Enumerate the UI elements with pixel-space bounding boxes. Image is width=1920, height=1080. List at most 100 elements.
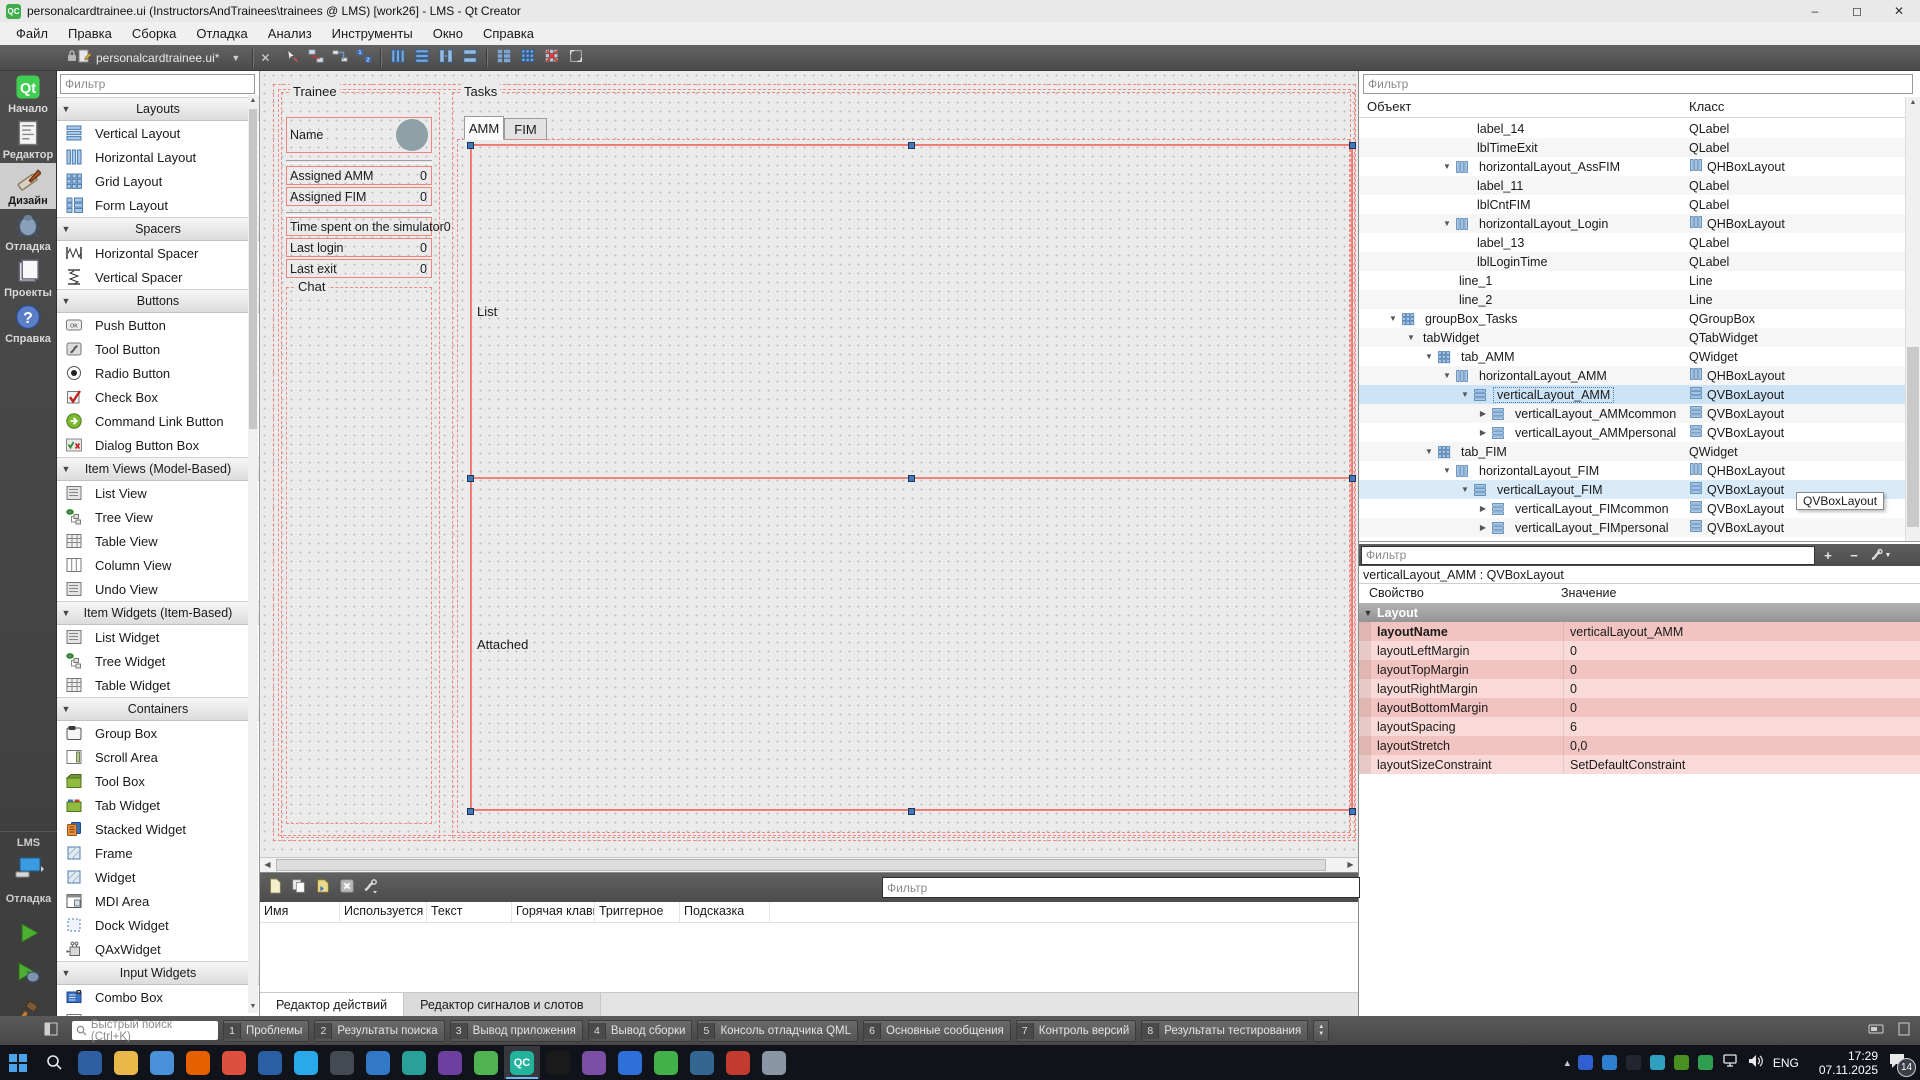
taskbar-app-whatsapp[interactable] (648, 1046, 684, 1079)
taskbar-app-app-x[interactable] (540, 1046, 576, 1079)
widget-section-header[interactable]: ▼ Layouts (57, 97, 259, 121)
chevron-down-icon[interactable]: ▼ (1385, 314, 1401, 323)
widget-item[interactable]: Column View (57, 553, 259, 577)
avatar-circle[interactable] (396, 119, 428, 151)
widget-item[interactable]: Horizontal Spacer (57, 241, 259, 265)
taskbar-app-firefox[interactable] (180, 1046, 216, 1079)
output-pane-button[interactable]: 6Основные сообщения (863, 1020, 1011, 1042)
property-row[interactable]: layoutStretch 0,0 (1359, 736, 1920, 755)
chevron-right-icon[interactable]: ▶ (1475, 409, 1491, 418)
taskbar-app-telegram[interactable] (288, 1046, 324, 1079)
scroll-left-icon[interactable]: ◀ (260, 858, 275, 872)
property-row[interactable]: layoutName verticalLayout_AMM (1359, 622, 1920, 641)
paste-action-button[interactable] (311, 877, 335, 899)
taskbar-search-button[interactable] (36, 1046, 72, 1079)
object-tree-row[interactable]: lblCntFIM QLabel (1359, 195, 1907, 214)
property-row[interactable]: layoutRightMargin 0 (1359, 679, 1920, 698)
selection-handle[interactable] (908, 142, 915, 149)
taskbar-app-qt-creator[interactable]: QC (504, 1046, 540, 1079)
debug-run-button[interactable] (0, 955, 57, 991)
menu-build[interactable]: Сборка (122, 24, 187, 43)
taskbar-app-app-blue[interactable] (612, 1046, 648, 1079)
taskbar-clock[interactable]: 17:29 07.11.2025 (1819, 1049, 1878, 1077)
column-value[interactable]: Значение (1561, 586, 1616, 600)
form-editor-canvas[interactable]: Trainee Name Assigned AMM0 Assigned FIM0… (260, 71, 1358, 857)
selection-handle[interactable] (908, 808, 915, 815)
widget-item[interactable]: Table View (57, 529, 259, 553)
chevron-right-icon[interactable]: ▶ (1475, 504, 1491, 513)
widget-item[interactable]: List View (57, 481, 259, 505)
object-tree-row[interactable]: ▼ horizontalLayout_FIM QHBoxLayout (1359, 461, 1907, 480)
layout-amm-personal[interactable]: Attached (471, 478, 1352, 811)
splitter-vertical-button[interactable] (458, 47, 482, 69)
chevron-down-icon[interactable]: ▼ (1457, 390, 1473, 399)
action-column-header[interactable]: Горячая клавиш (512, 902, 595, 922)
layout-horizontal-button[interactable] (386, 47, 410, 69)
widget-item[interactable]: Vertical Spacer (57, 265, 259, 289)
close-document-icon[interactable]: ✕ (260, 51, 270, 65)
widget-item[interactable]: List Widget (57, 625, 259, 649)
widget-item[interactable]: Grid Layout (57, 169, 259, 193)
chevron-down-icon[interactable]: ▼ (1359, 608, 1377, 618)
layout-vertical-button[interactable] (410, 47, 434, 69)
widget-item[interactable]: Scroll Area (57, 745, 259, 769)
form-row[interactable]: Last exit0 (286, 259, 432, 278)
action-column-header[interactable]: Текст (427, 902, 512, 922)
layout-grid-button[interactable] (516, 47, 540, 69)
groupbox-tasks[interactable]: Tasks AMM FIM List Attached (452, 92, 1355, 838)
output-pane-button[interactable]: 7Контроль версий (1016, 1020, 1137, 1042)
taskbar-app-file-explorer[interactable] (108, 1046, 144, 1079)
edit-widgets-button[interactable] (280, 47, 304, 69)
form-row[interactable]: Assigned AMM0 (286, 166, 432, 185)
groupbox-chat[interactable]: Chat (286, 287, 432, 824)
delete-action-button[interactable] (335, 877, 359, 899)
scroll-up-icon[interactable]: ▲ (248, 95, 258, 107)
object-tree-row[interactable]: line_1 Line (1359, 271, 1907, 290)
minimize-button[interactable]: – (1794, 1, 1836, 22)
widget-item[interactable]: Check Box (57, 385, 259, 409)
action-editor-filter-input[interactable] (882, 877, 1360, 898)
menu-tools[interactable]: Инструменты (322, 24, 423, 43)
widget-item[interactable]: QAxWidget (57, 937, 259, 961)
taskbar-app-pgadmin[interactable] (684, 1046, 720, 1079)
chevron-down-icon[interactable]: ▼ (1439, 371, 1455, 380)
widget-box-filter-input[interactable] (60, 74, 255, 94)
mode-welcome[interactable]: Qt Начало (0, 71, 56, 117)
selection-handle[interactable] (1349, 808, 1356, 815)
object-tree-row[interactable]: ▼ tab_FIM QWidget (1359, 442, 1907, 461)
output-pane-button[interactable]: 2Результаты поиска (314, 1020, 444, 1042)
widget-item[interactable]: Widget (57, 865, 259, 889)
scroll-up-icon[interactable]: ▲ (1906, 97, 1920, 109)
taskbar-app-app-code[interactable] (360, 1046, 396, 1079)
widget-section-header[interactable]: ▼ Spacers (57, 217, 259, 241)
column-property[interactable]: Свойство (1369, 586, 1424, 600)
selection-handle[interactable] (1349, 475, 1356, 482)
selection-handle[interactable] (467, 808, 474, 815)
menu-window[interactable]: Окно (423, 24, 473, 43)
tray-q-icon[interactable] (1650, 1055, 1665, 1070)
chevron-down-icon[interactable]: ▼ (1421, 447, 1437, 456)
document-dropdown-icon[interactable]: ▼ (231, 53, 240, 63)
tray-defender-icon[interactable] (1698, 1055, 1713, 1070)
menu-debug[interactable]: Отладка (186, 24, 257, 43)
new-action-button[interactable] (263, 877, 287, 899)
tray-expand-icon[interactable]: ▲ (1563, 1058, 1572, 1068)
form-row[interactable]: Last login0 (286, 238, 432, 257)
object-tree-row[interactable]: lblLoginTime QLabel (1359, 252, 1907, 271)
action-column-header[interactable]: Подсказка (680, 902, 770, 922)
start-button[interactable] (0, 1046, 36, 1079)
object-tree-row[interactable]: label_13 QLabel (1359, 233, 1907, 252)
taskbar-app-app-green[interactable] (468, 1046, 504, 1079)
canvas-horizontal-scrollbar[interactable]: ◀ ▶ (260, 857, 1358, 872)
widget-item[interactable]: Frame (57, 841, 259, 865)
object-tree-scrollbar[interactable]: ▲ ▼ (1905, 97, 1920, 589)
widget-item[interactable]: Horizontal Layout (57, 145, 259, 169)
object-tree-row[interactable]: ▶ verticalLayout_AMMpersonal QVBoxLayout (1359, 423, 1907, 442)
widget-item[interactable]: Tree Widget (57, 649, 259, 673)
panel-toggle-icon[interactable] (1898, 1022, 1910, 1039)
widget-box-scrollbar[interactable]: ▲ ▼ (248, 95, 258, 1013)
language-indicator[interactable]: ENG (1773, 1056, 1799, 1070)
scrollbar-thumb[interactable] (276, 859, 1326, 871)
taskbar-app-app-save[interactable] (144, 1046, 180, 1079)
widget-item[interactable]: Tool Button (57, 337, 259, 361)
